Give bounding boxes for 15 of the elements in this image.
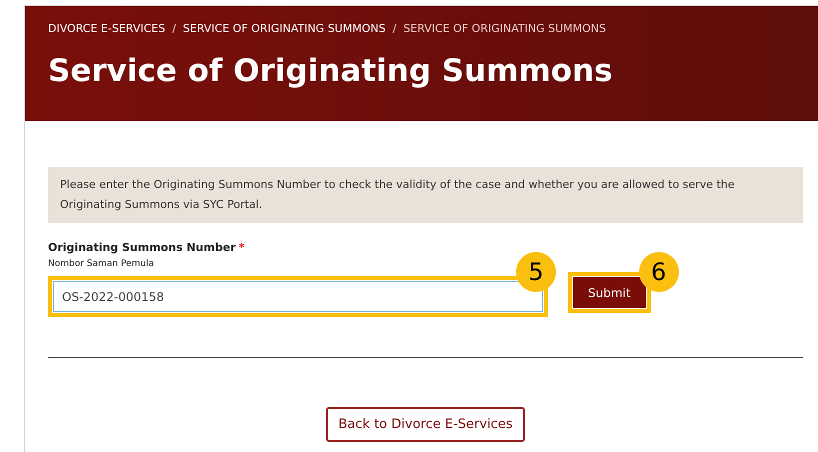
step-number-badge: 6 <box>638 252 679 292</box>
breadcrumb-separator: / <box>392 21 396 37</box>
page-title: Service of Originating Summons <box>48 52 614 90</box>
breadcrumb-link[interactable]: SERVICE OF ORIGINATING SUMMONS <box>182 21 386 38</box>
breadcrumb-separator: / <box>172 21 176 37</box>
step-number-badge: 5 <box>516 252 556 292</box>
required-mark: * <box>238 241 244 254</box>
submit-button[interactable]: Submit <box>573 277 646 308</box>
breadcrumb-link[interactable]: DIVORCE E-SERVICES <box>48 21 166 38</box>
field-sublabel: Nombor Saman Pemula <box>48 258 155 270</box>
breadcrumb-link[interactable]: SERVICE OF ORIGINATING SUMMONS <box>403 21 606 38</box>
field-label: Originating Summons Number <box>48 241 236 254</box>
back-button[interactable]: Back to Divorce E-Services <box>326 407 525 442</box>
input-field[interactable]: OS-2022-000158 <box>53 281 543 312</box>
info-message: Please enter the Originating Summons Number to check the validity of the case and whether you are allowed to serve the Originating Summons via SYC Portal. <box>48 167 803 223</box>
